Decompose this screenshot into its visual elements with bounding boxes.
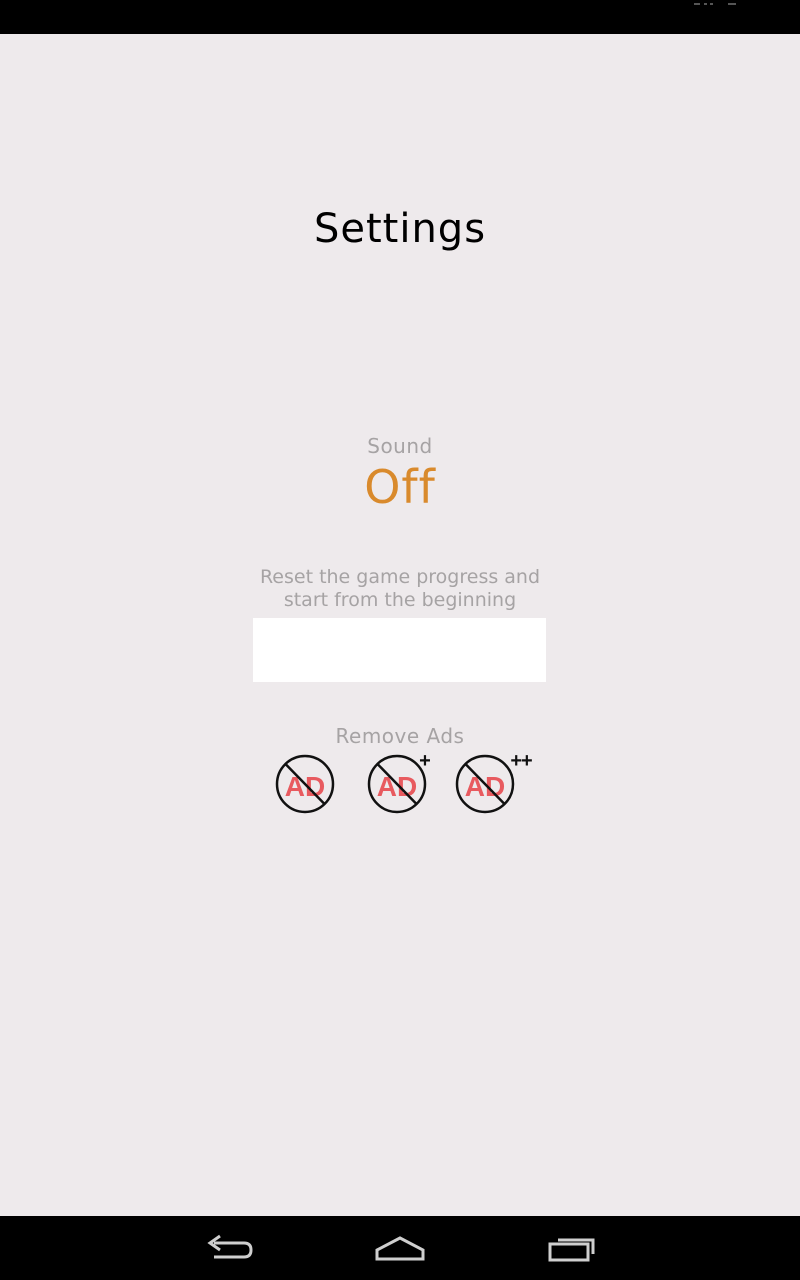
remove-ads-button-basic[interactable]: AD: [272, 750, 338, 816]
page-title: Settings: [313, 206, 487, 252]
no-ads-plus-icon: AD +: [367, 750, 431, 814]
plus-badge: +: [419, 750, 431, 772]
no-ads-plus-plus-icon: AD ++: [455, 750, 533, 814]
home-button[interactable]: [370, 1230, 430, 1266]
remove-ads-button-plus[interactable]: AD +: [364, 750, 431, 816]
home-icon: [375, 1236, 425, 1261]
remove-ads-label: Remove Ads: [335, 724, 465, 748]
no-ads-icon: AD: [275, 754, 335, 814]
remove-ads-button-plus-plus[interactable]: AD ++: [452, 750, 538, 816]
status-bar: [0, 0, 800, 34]
recent-apps-icon: [548, 1238, 595, 1262]
status-icons: [694, 3, 740, 7]
back-icon: [207, 1234, 253, 1259]
back-button[interactable]: [200, 1230, 260, 1266]
settings-screen: Settings Sound Off Reset the game progre…: [0, 34, 800, 1216]
plus-plus-badge: ++: [510, 750, 532, 772]
reset-description: Reset the game progress and start from t…: [259, 566, 541, 611]
navigation-bar: [0, 1216, 800, 1280]
recent-apps-button[interactable]: [542, 1230, 602, 1266]
sound-toggle[interactable]: Off: [0, 460, 800, 514]
reset-button[interactable]: [253, 618, 546, 682]
sound-label: Sound: [367, 434, 433, 458]
